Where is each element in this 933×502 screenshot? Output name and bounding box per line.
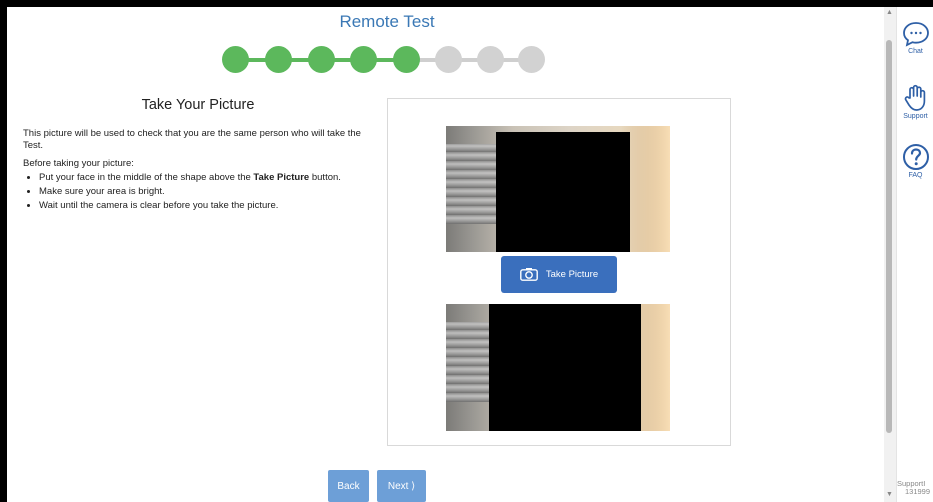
take-picture-label: Take Picture	[545, 269, 599, 280]
face-mask-redaction	[496, 132, 630, 252]
faq-label: FAQ	[908, 172, 923, 179]
progress-step-4	[350, 46, 377, 73]
support-button[interactable]: Support	[897, 84, 933, 120]
instructions-heading: Take Your Picture	[141, 97, 255, 113]
camera-icon	[519, 268, 538, 281]
progress-stepper	[222, 46, 552, 74]
back-button[interactable]: Back	[328, 470, 369, 502]
face-mask-redaction	[489, 304, 641, 431]
vertical-scrollbar[interactable]: ▲ ▼	[884, 7, 896, 502]
faq-button[interactable]: FAQ	[897, 143, 933, 179]
scroll-down-arrow-icon[interactable]: ▼	[886, 491, 893, 498]
app-frame: Remote Test Take Your Picture This pictu…	[7, 7, 933, 502]
progress-step-1	[222, 46, 249, 73]
support-id-footer: SupportI 131999	[897, 479, 933, 497]
next-button[interactable]: Next ⟩	[377, 470, 426, 502]
help-sidebar: Chat Support FAQ SupportI 131999	[896, 7, 933, 502]
progress-step-8	[518, 46, 545, 73]
hand-icon	[897, 84, 933, 112]
instructions-panel: Take Your Picture This picture will be u…	[23, 96, 373, 213]
instructions-list: Put your face in the middle of the shape…	[23, 172, 373, 212]
page-title: Remote Test	[339, 12, 435, 31]
instruction-item: Put your face in the middle of the shape…	[39, 172, 373, 184]
chat-button[interactable]: Chat	[897, 21, 933, 55]
chat-bubble-icon	[897, 21, 933, 47]
instructions-before-label: Before taking your picture:	[23, 157, 134, 169]
question-circle-icon	[897, 143, 933, 171]
instructions-intro: This picture will be used to check that …	[23, 128, 361, 151]
support-label: Support	[903, 113, 928, 120]
progress-step-3	[308, 46, 335, 73]
live-camera-feed	[446, 126, 670, 252]
progress-step-5	[393, 46, 420, 73]
camera-panel: Take Picture	[387, 98, 731, 446]
chat-label: Chat	[908, 48, 923, 55]
support-id-value: 131999	[905, 487, 931, 497]
instruction-item: Wait until the camera is clear before yo…	[39, 200, 373, 212]
instruction-item: Make sure your area is bright.	[39, 186, 373, 198]
progress-step-7	[477, 46, 504, 73]
take-picture-button[interactable]: Take Picture	[501, 256, 617, 293]
progress-step-2	[265, 46, 292, 73]
progress-step-6	[435, 46, 462, 73]
captured-picture	[446, 304, 670, 431]
scroll-up-arrow-icon[interactable]: ▲	[886, 9, 893, 16]
scrollbar-thumb[interactable]	[886, 40, 892, 433]
